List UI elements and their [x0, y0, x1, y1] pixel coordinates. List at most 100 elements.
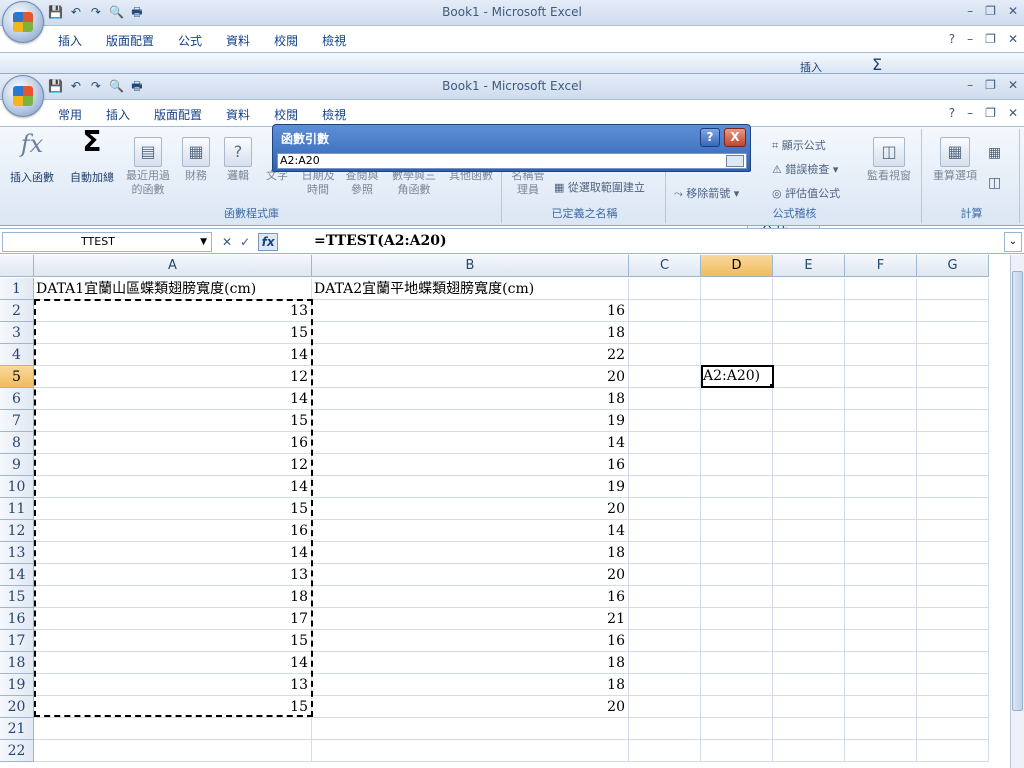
cell-a7[interactable]: 15 — [34, 410, 312, 432]
tab-data[interactable]: 資料 — [214, 102, 262, 126]
tab-view[interactable]: 檢視 — [310, 102, 358, 126]
cell-d21[interactable] — [701, 718, 773, 740]
cell-f8[interactable] — [845, 432, 917, 454]
cell-a3[interactable]: 15 — [34, 322, 312, 344]
logical-button[interactable]: ? 邏輯 — [220, 137, 256, 183]
cell-f17[interactable] — [845, 630, 917, 652]
cell-f20[interactable] — [845, 696, 917, 718]
cell-g2[interactable] — [917, 300, 989, 322]
cell-c10[interactable] — [629, 476, 701, 498]
evaluate-formula-button[interactable]: ◎ 評估值公式 — [772, 185, 840, 201]
cell-b1[interactable]: DATA2宜蘭平地蝶類翅膀寬度(cm) — [312, 278, 629, 300]
cell-d11[interactable] — [701, 498, 773, 520]
cell-d14[interactable] — [701, 564, 773, 586]
cell-b5[interactable]: 20 — [312, 366, 629, 388]
scroll-thumb[interactable] — [1012, 271, 1023, 711]
back-sigma-icon[interactable]: Σ — [872, 55, 882, 74]
cell-c11[interactable] — [629, 498, 701, 520]
cell-c16[interactable] — [629, 608, 701, 630]
row-header-12[interactable]: 12 — [0, 520, 34, 542]
cell-b4[interactable]: 22 — [312, 344, 629, 366]
cell-b9[interactable]: 16 — [312, 454, 629, 476]
cell-b21[interactable] — [312, 718, 629, 740]
row-header-18[interactable]: 18 — [0, 652, 34, 674]
cell-e14[interactable] — [773, 564, 845, 586]
cell-f14[interactable] — [845, 564, 917, 586]
cell-e10[interactable] — [773, 476, 845, 498]
close-icon[interactable]: ✕ — [1008, 32, 1018, 46]
cell-b16[interactable]: 21 — [312, 608, 629, 630]
cell-f9[interactable] — [845, 454, 917, 476]
undo-icon[interactable]: ↶ — [69, 78, 83, 94]
cell-c12[interactable] — [629, 520, 701, 542]
row-header-1[interactable]: 1 — [0, 278, 34, 300]
cell-f21[interactable] — [845, 718, 917, 740]
cell-e21[interactable] — [773, 718, 845, 740]
cell-f5[interactable] — [845, 366, 917, 388]
row-header-9[interactable]: 9 — [0, 454, 34, 476]
cell-g13[interactable] — [917, 542, 989, 564]
dialog-help-button[interactable]: ? — [700, 128, 720, 147]
error-check-button[interactable]: ⚠ 錯誤檢查 ▾ — [772, 161, 838, 177]
name-manager-button[interactable]: 名稱管理員 — [508, 169, 548, 197]
back-window-controls[interactable]: – ❐ ✕ — [967, 4, 1018, 18]
financial-button[interactable]: ▦ 財務 — [178, 137, 214, 183]
fill-handle[interactable] — [770, 384, 772, 386]
row-header-20[interactable]: 20 — [0, 696, 34, 718]
cell-a4[interactable]: 14 — [34, 344, 312, 366]
cell-a5[interactable]: 12 — [34, 366, 312, 388]
cell-d13[interactable] — [701, 542, 773, 564]
cell-g6[interactable] — [917, 388, 989, 410]
cell-e1[interactable] — [773, 278, 845, 300]
cell-b14[interactable]: 20 — [312, 564, 629, 586]
cell-a11[interactable]: 15 — [34, 498, 312, 520]
column-header-e[interactable]: E — [773, 255, 845, 277]
redo-icon[interactable]: ↷ — [89, 4, 103, 20]
cell-b15[interactable]: 16 — [312, 586, 629, 608]
cell-e18[interactable] — [773, 652, 845, 674]
show-formulas-button[interactable]: ⌗ 顯示公式 — [772, 137, 826, 153]
cell-g7[interactable] — [917, 410, 989, 432]
cell-d20[interactable] — [701, 696, 773, 718]
column-header-c[interactable]: C — [629, 255, 701, 277]
cell-c19[interactable] — [629, 674, 701, 696]
cell-c14[interactable] — [629, 564, 701, 586]
cell-f7[interactable] — [845, 410, 917, 432]
cell-a18[interactable]: 14 — [34, 652, 312, 674]
restore-icon[interactable]: ❐ — [985, 106, 996, 120]
restore-icon[interactable]: ❐ — [985, 4, 996, 18]
cell-b7[interactable]: 19 — [312, 410, 629, 432]
calc-options-button[interactable]: ▦ 重算選項 — [926, 137, 984, 183]
cancel-icon[interactable]: ✕ — [222, 235, 232, 249]
cell-f12[interactable] — [845, 520, 917, 542]
cell-g10[interactable] — [917, 476, 989, 498]
cell-e22[interactable] — [773, 740, 845, 762]
cell-g9[interactable] — [917, 454, 989, 476]
cell-g8[interactable] — [917, 432, 989, 454]
calc-sheet-icon[interactable]: ◫ — [988, 175, 1001, 191]
vertical-scrollbar[interactable] — [1010, 255, 1024, 768]
cell-b10[interactable]: 19 — [312, 476, 629, 498]
column-header-a[interactable]: A — [34, 255, 312, 277]
tab-home[interactable]: 常用 — [46, 102, 94, 126]
autosum-button[interactable]: Σ 自動加總 — [66, 128, 118, 185]
cell-b11[interactable]: 20 — [312, 498, 629, 520]
cell-g3[interactable] — [917, 322, 989, 344]
minimize-icon[interactable]: – — [967, 78, 973, 92]
save-icon[interactable]: 💾 — [48, 4, 63, 20]
cell-b2[interactable]: 16 — [312, 300, 629, 322]
watch-window-button[interactable]: ◫ 監看視窗 — [862, 137, 916, 183]
cell-a1[interactable]: DATA1宜蘭山區蝶類翅膀寬度(cm) — [34, 278, 312, 300]
cell-a19[interactable]: 13 — [34, 674, 312, 696]
cell-e19[interactable] — [773, 674, 845, 696]
expand-formula-icon[interactable]: ⌄ — [1004, 232, 1022, 252]
cell-c17[interactable] — [629, 630, 701, 652]
cell-g1[interactable] — [917, 278, 989, 300]
tab-page-layout[interactable]: 版面配置 — [142, 102, 214, 126]
cell-a6[interactable]: 14 — [34, 388, 312, 410]
cell-a12[interactable]: 16 — [34, 520, 312, 542]
cell-b13[interactable]: 18 — [312, 542, 629, 564]
row-header-21[interactable]: 21 — [0, 718, 34, 740]
cell-g21[interactable] — [917, 718, 989, 740]
remove-arrows-button[interactable]: ⤳ 移除箭號 ▾ — [674, 185, 739, 201]
